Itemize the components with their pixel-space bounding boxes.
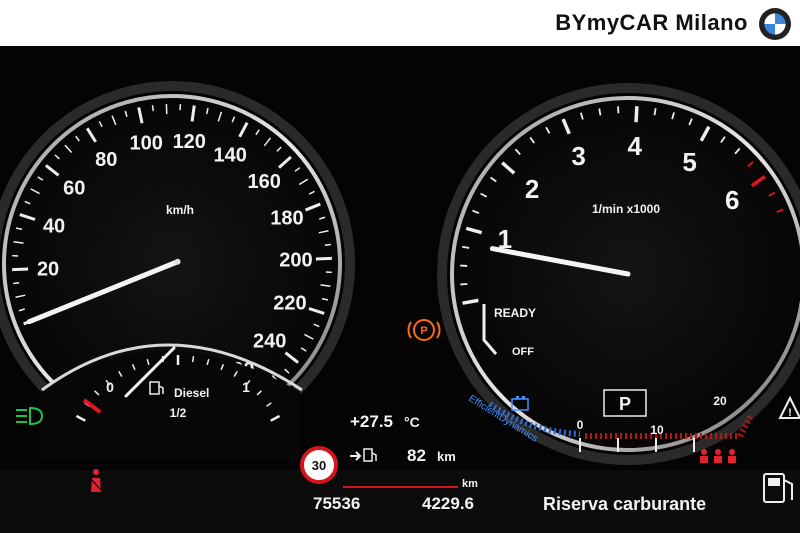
dealer-header: BYmyCAR Milano	[0, 0, 800, 46]
speed-label: 60	[63, 178, 85, 200]
speed-tick	[151, 105, 154, 112]
fuel-half-label: 1/2	[170, 406, 187, 420]
speed-label: 240	[253, 330, 286, 352]
gear-indicator: P	[619, 394, 631, 414]
speed-label: 220	[273, 292, 306, 314]
speed-tick	[13, 282, 20, 285]
speed-label: 200	[279, 250, 312, 272]
speed-label: 80	[95, 149, 117, 171]
trip-value: 4229.6	[422, 494, 474, 513]
fuel-tick	[191, 355, 195, 363]
rpm-label: 3	[571, 141, 585, 171]
speed-label: 160	[247, 171, 280, 193]
speed-tick	[315, 256, 332, 261]
temperature-value: +27.5	[350, 412, 393, 431]
rpm-tick	[462, 245, 470, 249]
status-message: Riserva carburante	[543, 494, 706, 514]
rpm-label: 6	[725, 185, 739, 215]
range-value: 82	[407, 446, 426, 465]
passenger-seats-icon	[700, 449, 736, 463]
rpm-tick	[653, 108, 657, 116]
svg-text:!: !	[788, 407, 792, 419]
speed-tick	[12, 267, 29, 272]
speed-unit-label: km/h	[166, 203, 194, 217]
temperature-unit: °C	[404, 414, 420, 430]
eco-scale-0: 0	[577, 418, 584, 432]
speed-label: 40	[43, 216, 65, 238]
eco-scale-10: 10	[650, 423, 664, 437]
instrument-cluster: 20406080100120140160180200220240260 km/h…	[0, 46, 800, 533]
off-label: OFF	[512, 346, 534, 358]
rpm-tick	[598, 108, 602, 116]
odometer-value: 75536	[313, 494, 360, 513]
rpm-label: 5	[682, 147, 696, 177]
eco-scale-20: 20	[713, 394, 727, 408]
ready-label: READY	[494, 306, 536, 320]
bmw-roundel-icon	[759, 8, 791, 40]
speed-limit-value: 30	[312, 458, 326, 473]
dealer-name: BYmyCAR Milano	[555, 10, 748, 35]
rpm-label: 4	[628, 131, 643, 161]
speed-label: 140	[214, 145, 247, 167]
cluster-graphics: 20406080100120140160180200220240260 km/h…	[0, 46, 800, 533]
speed-label: 180	[270, 208, 303, 230]
trip-unit: km	[462, 478, 478, 490]
rpm-label: 2	[525, 174, 539, 204]
speed-label: 20	[37, 258, 59, 280]
speed-label: 120	[173, 131, 206, 153]
rpm-unit-label: 1/min x1000	[592, 202, 660, 216]
fuel-empty-label: 0	[106, 379, 114, 395]
rpm-tick	[634, 106, 639, 123]
svg-text:P: P	[420, 325, 427, 337]
fuel-full-label: 1	[242, 379, 250, 395]
fuel-type-label: Diesel	[174, 386, 209, 400]
range-unit: km	[437, 449, 456, 464]
speed-label: 100	[130, 133, 163, 155]
speed-tick	[324, 243, 331, 246]
